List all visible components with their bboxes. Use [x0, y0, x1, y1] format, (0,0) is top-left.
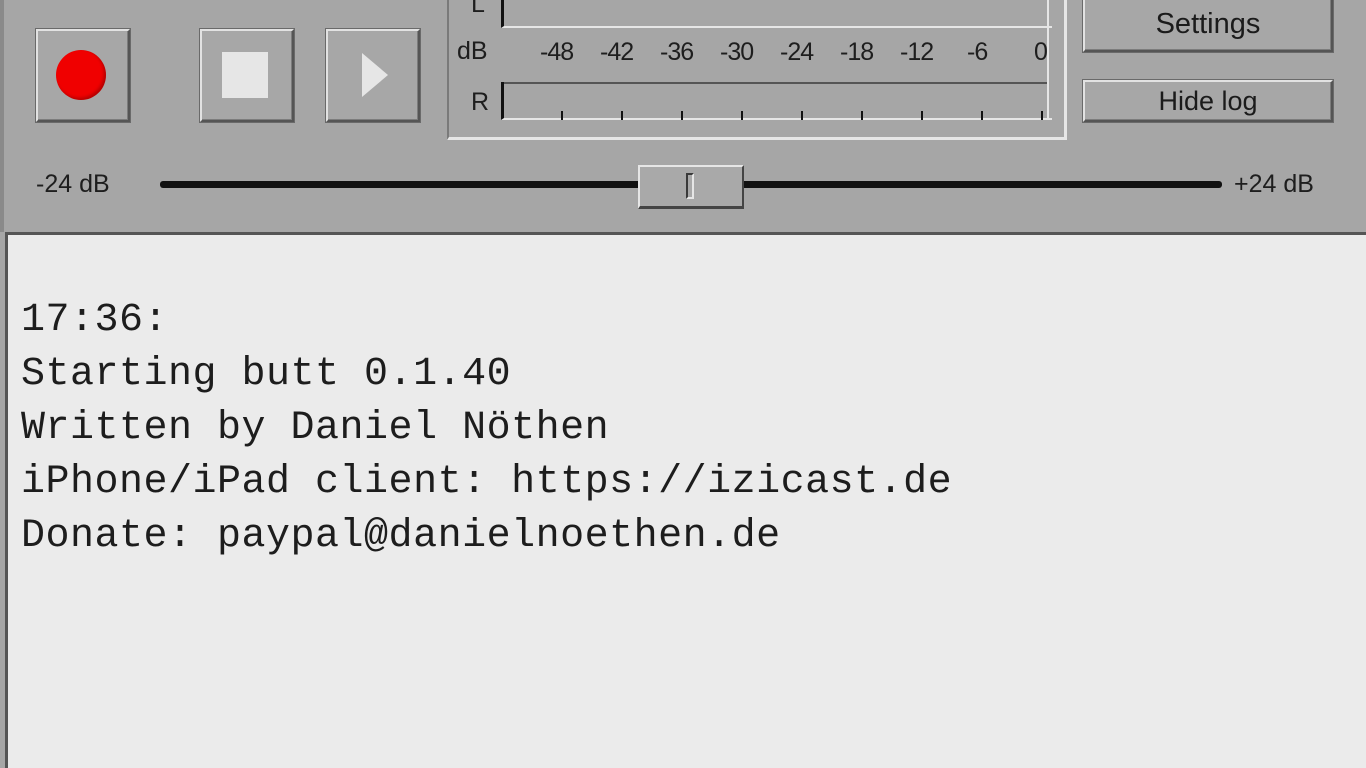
- vu-tick: [921, 111, 923, 120]
- vu-right-channel-bar: [501, 82, 1052, 120]
- hide-log-button-label: Hide log: [1158, 86, 1258, 116]
- gain-max-label: +24 dB: [1234, 170, 1314, 198]
- vu-unit-label: dB: [457, 37, 488, 65]
- vu-scale-label: -24: [780, 38, 814, 66]
- log-line: Donate: paypal@danielnoethen.de: [21, 514, 781, 559]
- vu-tick: [561, 111, 563, 120]
- vu-tick: [741, 111, 743, 120]
- slider-grip-icon: [686, 173, 694, 199]
- vu-scale-label: -30: [720, 38, 754, 66]
- vu-scale-label: -6: [967, 38, 988, 66]
- vu-scale-label: -12: [900, 38, 934, 66]
- vu-right-channel-label: R: [471, 88, 490, 116]
- stop-button[interactable]: [200, 29, 294, 122]
- hide-log-button[interactable]: Hide log: [1083, 80, 1333, 122]
- vu-scale-label: -18: [840, 38, 874, 66]
- vu-scale-label: 0: [1034, 38, 1048, 66]
- vu-tick: [861, 111, 863, 120]
- record-button[interactable]: [36, 29, 130, 122]
- play-button[interactable]: [326, 29, 420, 122]
- vu-scale-label: -36: [660, 38, 694, 66]
- play-icon: [362, 53, 388, 97]
- log-line: Written by Daniel Nöthen: [21, 406, 610, 451]
- vu-left-channel-bar: [501, 0, 1052, 28]
- log-line: Starting butt 0.1.40: [21, 352, 512, 397]
- settings-button[interactable]: Settings: [1083, 0, 1333, 52]
- gain-slider-thumb[interactable]: [638, 165, 744, 209]
- settings-button-label: Settings: [1155, 8, 1261, 40]
- vu-scale-label: -48: [540, 38, 574, 66]
- vu-meter: L dB R -48 -42 -36 -30 -24 -18 -12 -6 0: [447, 0, 1067, 140]
- vu-left-channel-label: L: [471, 0, 485, 18]
- stop-icon: [222, 52, 268, 98]
- vu-scale-label: -42: [600, 38, 634, 66]
- log-line: 17:36:: [21, 298, 169, 343]
- vu-tick: [681, 111, 683, 120]
- vu-tick: [1041, 111, 1043, 120]
- window-edge: [0, 0, 4, 232]
- vu-tick: [801, 111, 803, 120]
- vu-tick: [621, 111, 623, 120]
- vu-right-border: [1047, 0, 1049, 118]
- record-icon: [56, 50, 106, 100]
- log-line: iPhone/iPad client: https://izicast.de: [21, 460, 953, 505]
- vu-tick: [981, 111, 983, 120]
- gain-min-label: -24 dB: [36, 170, 110, 198]
- log-panel[interactable]: 17:36: Starting butt 0.1.40 Written by D…: [5, 232, 1366, 768]
- butt-main-window: L dB R -48 -42 -36 -30 -24 -18 -12 -6 0 Settings…: [0, 0, 1366, 768]
